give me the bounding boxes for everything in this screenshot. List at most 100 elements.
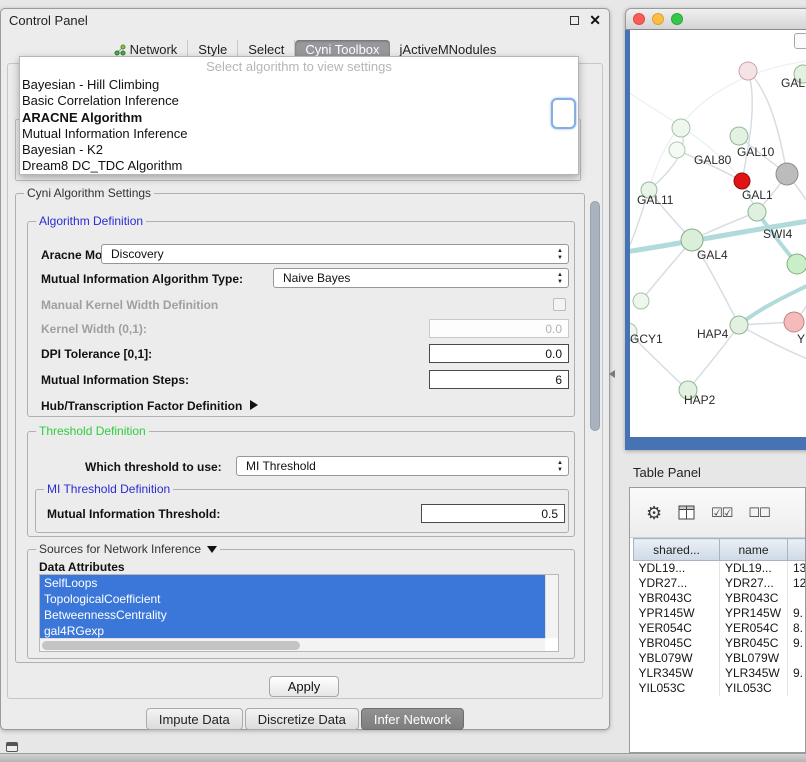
list-vertical-scrollbar[interactable] <box>545 575 558 638</box>
mi-type-combo[interactable]: Naive Bayes ▲▼ <box>273 268 569 288</box>
data-attributes-label: Data Attributes <box>39 560 125 574</box>
dropdown-item[interactable]: Basic Correlation Inference <box>20 93 578 109</box>
dropdown-item[interactable]: Bayesian - K2 <box>20 142 578 158</box>
table-cell: YLR345W <box>634 666 720 681</box>
network-node-gray[interactable] <box>776 163 798 185</box>
select-all-checks-icon[interactable]: ☑☑ <box>711 505 732 521</box>
columns-icon[interactable] <box>678 505 695 520</box>
aracne-mode-combo[interactable]: Discovery ▲▼ <box>101 244 569 264</box>
tab-label: jActiveMNodules <box>400 42 497 57</box>
sources-toggle[interactable]: Sources for Network Inference <box>36 542 220 556</box>
network-node[interactable] <box>669 142 685 158</box>
list-item-selected[interactable]: TopologicalCoefficient <box>40 591 545 607</box>
apply-button[interactable]: Apply <box>269 676 339 697</box>
scrollbar-thumb[interactable] <box>590 201 600 431</box>
dropdown-item[interactable]: Bayesian - Hill Climbing <box>20 77 578 93</box>
settings-scrollbar[interactable] <box>589 197 601 657</box>
node-label: SWI4 <box>763 227 792 241</box>
table-row[interactable]: YER054CYER054C8. <box>634 621 806 636</box>
data-attributes-list[interactable]: SelfLoops TopologicalCoefficient Between… <box>39 574 559 652</box>
collapse-arrow-icon[interactable] <box>207 546 217 553</box>
table-cell: YDL19... <box>720 561 788 576</box>
table-cell <box>788 591 806 606</box>
close-traffic-light[interactable] <box>633 13 645 25</box>
tab-discretize-data[interactable]: Discretize Data <box>245 708 359 730</box>
table-header-row: shared... name <box>634 539 806 561</box>
which-threshold-combo[interactable]: MI Threshold ▲▼ <box>236 456 569 476</box>
network-node[interactable] <box>730 127 748 145</box>
table-cell: YDR27... <box>720 576 788 591</box>
hub-definition-toggle[interactable]: Hub/Transcription Factor Definition <box>41 399 258 413</box>
network-node[interactable] <box>633 293 649 309</box>
scrollbar-thumb[interactable] <box>42 641 300 650</box>
node-attribute-table[interactable]: shared... name YDL19...YDL19...13YDR27..… <box>633 538 806 696</box>
column-header[interactable]: shared... <box>634 539 720 561</box>
kernel-width-field[interactable]: 0.0 <box>429 319 569 338</box>
dropdown-item[interactable]: Dream8 DC_TDC Algorithm <box>20 158 578 174</box>
mi-threshold-label: Mutual Information Threshold: <box>47 507 220 521</box>
table-cell <box>788 681 806 696</box>
list-item-selected[interactable]: BetweennessCentrality <box>40 607 545 623</box>
manual-kernel-label: Manual Kernel Width Definition <box>41 298 218 312</box>
tab-label: Impute Data <box>159 712 230 727</box>
zoom-traffic-light[interactable] <box>671 13 683 25</box>
column-header[interactable]: name <box>720 539 788 561</box>
mi-steps-field[interactable]: 6 <box>429 370 569 389</box>
network-window-titlebar[interactable] <box>625 8 806 30</box>
field-value: 0.5 <box>541 507 558 521</box>
float-window-icon[interactable] <box>570 16 579 25</box>
tab-label: Infer Network <box>374 712 451 727</box>
tab-infer-network[interactable]: Infer Network <box>361 708 464 730</box>
tab-label: Style <box>198 42 227 57</box>
node-label: GAL4 <box>697 248 728 262</box>
gear-icon[interactable]: ⚙ <box>646 504 662 522</box>
dropdown-item[interactable]: Mutual Information Inference <box>20 126 578 142</box>
group-title: MI Threshold Definition <box>44 482 173 496</box>
table-row[interactable]: YIL053CYIL053C <box>634 681 806 696</box>
network-node-red[interactable] <box>734 173 750 189</box>
tab-label: Discretize Data <box>258 712 346 727</box>
network-canvas[interactable]: GAL GAL80 GAL10 GAL11 GAL1 SWI4 GAL4 GCY… <box>630 30 806 437</box>
mi-threshold-field[interactable]: 0.5 <box>421 504 565 523</box>
canvas-corner-control[interactable] <box>794 33 806 49</box>
table-row[interactable]: YBR043CYBR043C <box>634 591 806 606</box>
network-node[interactable] <box>748 203 766 221</box>
network-node[interactable] <box>787 254 806 274</box>
expand-arrow-icon[interactable] <box>250 400 258 410</box>
table-row[interactable]: YBL079WYBL079W <box>634 651 806 666</box>
table-cell: YBL079W <box>720 651 788 666</box>
column-header[interactable] <box>788 539 806 561</box>
docked-panel-icon[interactable] <box>6 742 18 752</box>
table-row[interactable]: YPR145WYPR145W9. <box>634 606 806 621</box>
table-cell <box>788 651 806 666</box>
table-row[interactable]: YDR27...YDR27...12 <box>634 576 806 591</box>
table-cell: YIL053C <box>720 681 788 696</box>
control-panel-titlebar[interactable]: Control Panel ✕ <box>1 9 609 31</box>
table-row[interactable]: YBR045CYBR045C9. <box>634 636 806 651</box>
close-icon[interactable]: ✕ <box>589 13 601 27</box>
mi-steps-label: Mutual Information Steps: <box>41 373 189 387</box>
list-item-selected[interactable]: SelfLoops <box>40 575 545 591</box>
hub-definition-label: Hub/Transcription Factor Definition <box>41 399 242 413</box>
table-row[interactable]: YLR345WYLR345W9. <box>634 666 806 681</box>
network-node-pink[interactable] <box>784 312 804 332</box>
node-label: GAL11 <box>637 193 673 207</box>
kernel-width-label: Kernel Width (0,1): <box>41 322 147 336</box>
tab-label: Network <box>130 42 178 57</box>
list-horizontal-scrollbar[interactable] <box>40 638 545 651</box>
splitter-collapse-arrow[interactable] <box>609 370 615 378</box>
table-row[interactable]: YDL19...YDL19...13 <box>634 561 806 576</box>
clear-all-checks-icon[interactable]: ☐☐ <box>748 505 769 521</box>
tab-impute-data[interactable]: Impute Data <box>146 708 243 730</box>
manual-kernel-checkbox[interactable] <box>553 298 566 311</box>
network-node[interactable] <box>730 316 748 334</box>
network-node[interactable] <box>739 62 757 80</box>
network-node[interactable] <box>672 119 690 137</box>
minimize-traffic-light[interactable] <box>652 13 664 25</box>
dpi-tolerance-field[interactable]: 0.0 <box>429 344 569 363</box>
dropdown-item-selected[interactable]: ARACNE Algorithm <box>20 110 578 126</box>
table-toolbar: ⚙ ☑☑ ☐☐ <box>630 488 805 538</box>
group-title: Threshold Definition <box>36 424 149 438</box>
table-cell: YBR043C <box>720 591 788 606</box>
list-item-selected[interactable]: gal4RGexp <box>40 623 545 639</box>
